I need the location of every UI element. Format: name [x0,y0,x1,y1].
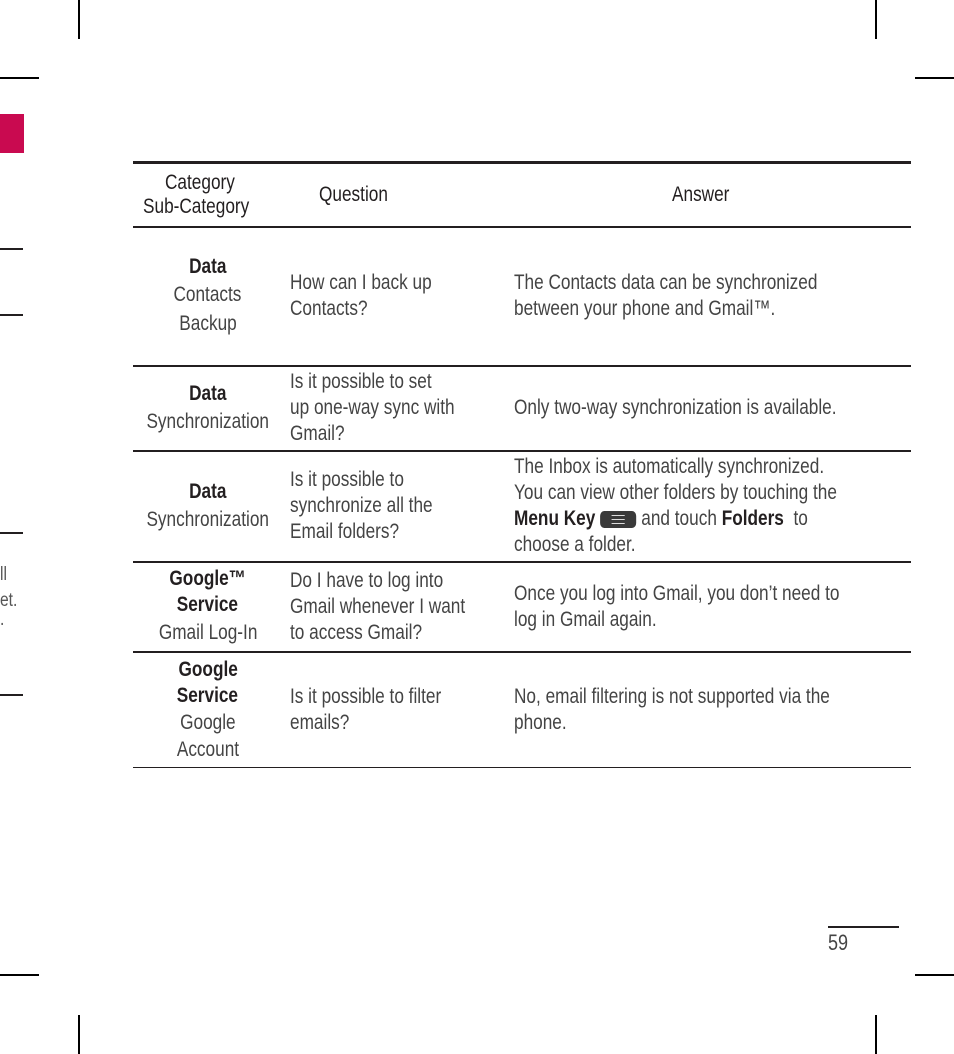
edge-fragment: . [0,609,5,630]
menu-key-label: Menu Key [514,507,596,530]
answer-text: choose a folder. [514,533,636,556]
category-label: Google™ [169,567,246,590]
crop-mark [78,0,80,39]
header-question-label: Question [319,182,389,206]
subcategory-label: Google [179,710,236,734]
category-label: Data [189,479,227,503]
faq-table: Category Sub-Category Question Answer Da… [133,161,911,768]
crop-mark [915,77,954,79]
header-category: Category Sub-Category [133,163,282,227]
category-label: Service [177,593,239,616]
subcategory-label: Synchronization [146,507,269,531]
question-text: emails? [290,710,350,734]
category-label: Data [189,255,227,278]
crop-mark [915,974,954,976]
answer-cell: Once you log into Gmail, you don’t need … [504,562,911,652]
category-label: Google [178,657,238,681]
page-number-text: 59 [828,930,849,955]
answer-cell: No, email filtering is not supported via… [504,652,911,768]
subcategory-label: Synchronization [146,409,269,433]
page-number-rule [828,926,899,928]
table-row: Google™ Service Gmail Log-In Do I have t… [133,562,911,652]
answer-cell: The Inbox is automatically synchronized.… [504,451,911,562]
question-cell: Is it possible to set up one-way sync wi… [282,366,504,451]
question-text: Contacts? [290,297,368,320]
menu-key-icon [600,510,637,528]
answer-text: Menu Key and touch Folders to [514,506,808,532]
subcategory-label: Account [176,737,239,761]
category-label: Data [189,381,227,405]
table-row: Data Contacts Backup How can I back up C… [133,227,911,366]
header-answer: Answer [504,163,911,227]
question-text: to access Gmail? [290,620,423,644]
table-row: Google Service Google Account Is it poss… [133,652,911,768]
answer-cell: Only two-way synchronization is availabl… [504,366,911,451]
question-text: synchronize all the [290,494,434,517]
category-cell: Data Synchronization [133,366,282,451]
question-cell: Is it possible to filter emails? [282,652,504,768]
edge-fragment: ll [0,564,7,585]
crop-mark [0,974,39,976]
crop-mark [0,77,39,79]
crop-mark [78,1015,80,1054]
category-label: Service [177,683,239,707]
answer-text: between your phone and Gmail™. [514,297,776,320]
table-row: Data Synchronization Is it possible to s… [133,451,911,562]
category-cell: Data Contacts Backup [133,227,282,366]
question-text: up one-way sync with [290,396,456,419]
header-category-label: Category [165,170,235,194]
answer-text: The Contacts data can be synchronized [514,271,818,294]
side-rule [0,694,23,696]
question-text: Is it possible to set [290,370,433,393]
header-subcategory-label: Sub-Category [142,194,250,218]
question-cell: How can I back up Contacts? [282,227,504,366]
answer-text: You can view other folders by touching t… [514,481,837,504]
and-touch-text: and touch [641,507,717,530]
question-text: Gmail whenever I want [290,594,466,618]
answer-text: The Inbox is automatically synchronized. [514,455,825,478]
table-row: Data Synchronization Is it possible to s… [133,366,911,451]
question-text: Gmail? [290,422,345,445]
category-cell: Google™ Service Gmail Log-In [133,562,282,652]
question-text: How can I back up [290,271,433,294]
to-text: to [793,507,808,530]
subcategory-label: Backup [178,312,237,335]
folders-label: Folders [721,507,784,530]
question-text: Do I have to log into [290,568,444,592]
side-rule [0,248,23,250]
subcategory-label: Contacts [173,283,242,306]
question-text: Is it possible to filter [290,684,442,708]
answer-cell: The Contacts data can be synchronized be… [504,227,911,366]
question-cell: Do I have to log into Gmail whenever I w… [282,562,504,652]
table-header-row: Category Sub-Category Question Answer [133,162,911,227]
section-tab-marker [0,114,24,153]
question-text: Email folders? [290,520,400,543]
page-number: 59 [828,930,852,956]
header-answer-label: Answer [672,182,730,206]
side-rule [0,314,23,316]
crop-mark [875,0,877,39]
answer-text: Once you log into Gmail, you don’t need … [514,581,840,605]
side-rule [0,532,23,534]
answer-text: Only two-way synchronization is availabl… [514,396,837,419]
answer-text: phone. [514,710,567,734]
category-cell: Data Synchronization [133,451,282,562]
answer-text: log in Gmail again. [514,607,657,631]
category-cell: Google Service Google Account [133,652,282,768]
answer-text: No, email filtering is not supported via… [514,684,830,708]
question-text: Is it possible to [290,468,405,491]
header-question: Question [282,163,504,227]
question-cell: Is it possible to synchronize all the Em… [282,451,504,562]
subcategory-label: Gmail Log-In [158,621,257,644]
crop-mark [875,1015,877,1054]
